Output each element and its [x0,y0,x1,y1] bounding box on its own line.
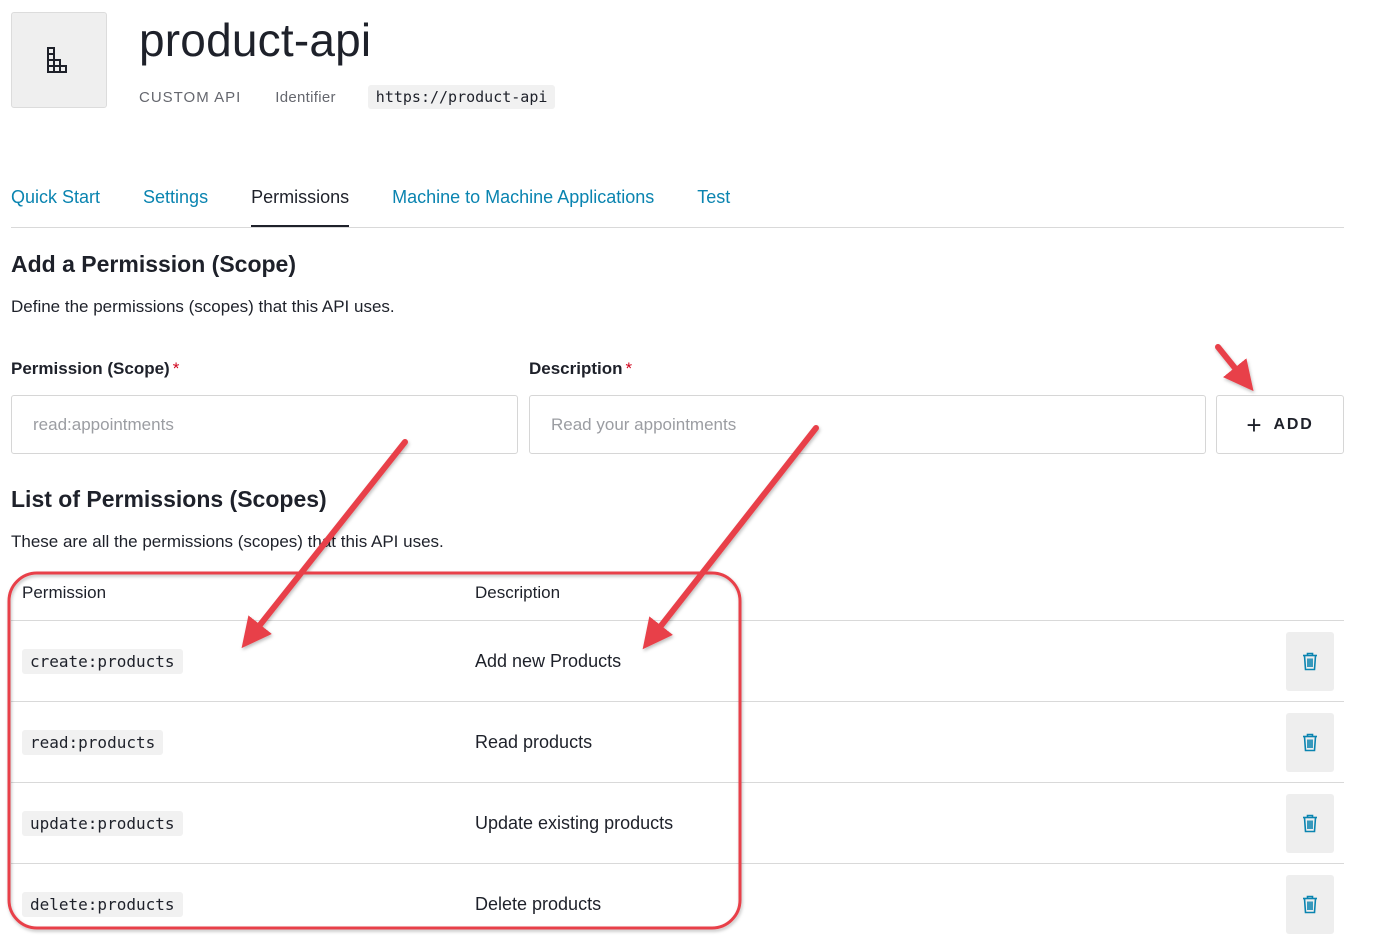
tab-settings[interactable]: Settings [143,176,208,227]
api-meta: CUSTOM API Identifier https://product-ap… [139,85,556,109]
delete-button[interactable] [1286,713,1334,772]
api-title: product-api [139,14,372,66]
add-button-label: ADD [1273,415,1314,433]
identifier-value: https://product-api [367,85,556,109]
required-marker: * [625,359,633,378]
permission-scope: update:products [22,811,183,836]
tab-test[interactable]: Test [697,176,730,227]
required-marker: * [172,359,180,378]
api-logo [11,12,107,108]
permission-scope: read:products [22,730,164,755]
description-label-text: Description [529,359,623,378]
tab-bar: Quick Start Settings Permissions Machine… [11,176,1344,228]
table-header: Permission Description [11,573,1344,621]
list-permissions-description: These are all the permissions (scopes) t… [11,532,444,551]
trash-icon [1303,733,1317,752]
scope-label-text: Permission (Scope) [11,359,170,378]
trash-icon [1303,652,1317,671]
description-input[interactable] [529,395,1206,454]
permission-description: Delete products [475,894,602,914]
delete-button[interactable] [1286,794,1334,853]
page: product-api CUSTOM API Identifier https:… [0,0,1375,943]
plus-icon: + [1246,409,1262,440]
table-row: read:products Read products [11,702,1344,783]
permission-scope: create:products [22,649,183,674]
identifier-label: Identifier [275,88,336,106]
table-row: delete:products Delete products [11,864,1344,943]
arrow-to-add-button [1215,344,1254,392]
tab-permissions[interactable]: Permissions [251,176,350,227]
permission-description: Add new Products [475,651,622,671]
trash-icon [1303,895,1317,914]
tab-machine-to-machine-applications[interactable]: Machine to Machine Applications [392,176,654,227]
table-row: update:products Update existing products [11,783,1344,864]
add-permission-heading: Add a Permission (Scope) [11,251,297,277]
delete-button[interactable] [1286,632,1334,691]
permission-description: Read products [475,732,593,752]
permission-scope: delete:products [22,892,183,917]
scope-input[interactable] [11,395,518,454]
api-type: CUSTOM API [139,88,242,106]
permission-description: Update existing products [475,813,674,833]
table-row: create:products Add new Products [11,621,1344,702]
permissions-table: Permission Description create:products A… [11,573,1344,943]
building-blocks-icon [47,47,67,73]
scope-field-label: Permission (Scope) * [11,359,179,379]
tab-quick-start[interactable]: Quick Start [11,176,100,227]
column-header-description: Description [475,583,561,602]
column-header-permission: Permission [22,583,107,602]
list-permissions-heading: List of Permissions (Scopes) [11,486,327,512]
description-field-label: Description * [529,359,632,379]
trash-icon [1303,814,1317,833]
delete-button[interactable] [1286,875,1334,934]
add-button[interactable]: + ADD [1216,395,1344,454]
add-permission-description: Define the permissions (scopes) that thi… [11,297,395,316]
